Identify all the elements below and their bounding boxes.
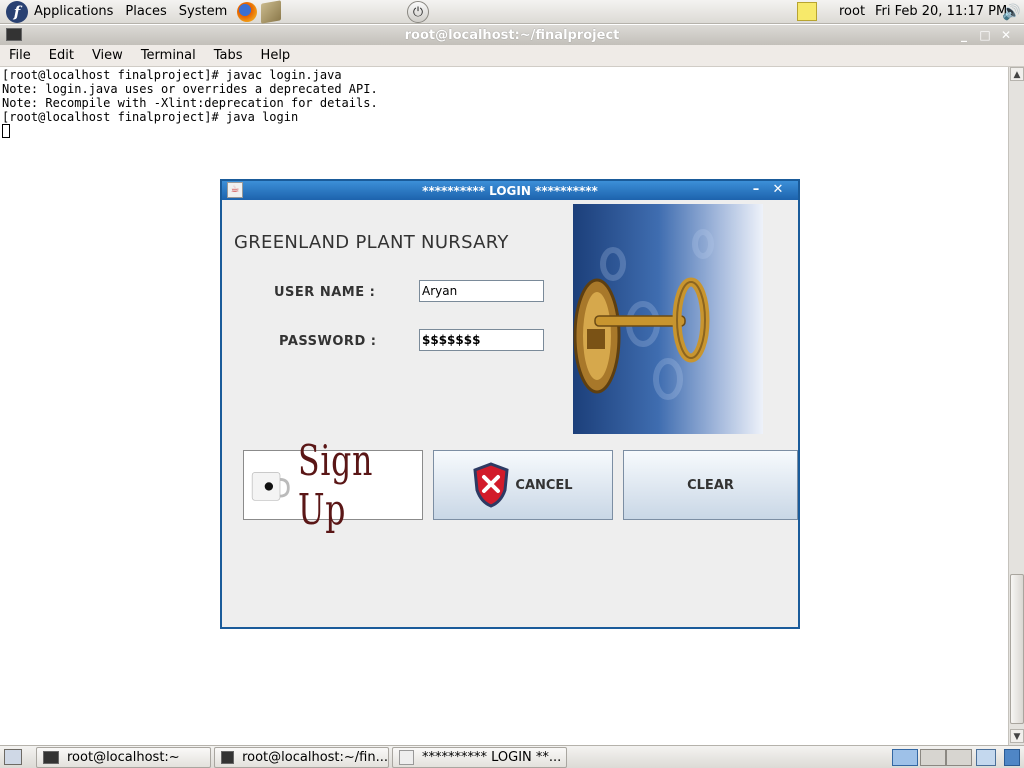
task-terminal-home[interactable]: root@localhost:~ [36,747,211,768]
task-label: root@localhost:~/fin... [242,750,388,765]
scrollbar-thumb[interactable] [1010,574,1024,724]
menu-view[interactable]: View [83,48,132,63]
java-app-icon[interactable]: ☕ [227,182,243,198]
menu-terminal[interactable]: Terminal [132,48,205,63]
places-menu[interactable]: Places [119,4,172,19]
cancel-label: CANCEL [515,477,573,493]
terminal-cursor [2,124,10,138]
clear-label: CLEAR [687,477,734,493]
menu-edit[interactable]: Edit [40,48,83,63]
cancel-button[interactable]: CANCEL [433,450,613,520]
panel-user[interactable]: root [839,4,865,19]
terminal-task-icon [43,751,59,764]
username-label: USER NAME : [274,285,376,300]
mail-launcher-icon[interactable] [261,0,282,24]
username-input[interactable] [419,280,544,302]
key-illustration [573,229,714,400]
login-title: ********** LOGIN ********** [422,183,598,198]
trash-icon[interactable] [1004,749,1020,766]
menu-help[interactable]: Help [252,48,300,63]
password-input[interactable] [419,329,544,351]
panel-clock[interactable]: Fri Feb 20, 11:17 PM [875,4,1007,19]
notes-applet-icon[interactable] [797,2,817,21]
taskbar: root@localhost:~ root@localhost:~/fin...… [0,745,1024,768]
workspace-3[interactable] [946,749,972,766]
cancel-shield-icon [473,462,510,508]
scroll-down-icon[interactable]: ▼ [1010,729,1024,743]
system-menu[interactable]: System [173,4,233,19]
dialog-close-icon[interactable]: ✕ [769,182,787,198]
terminal-line: [root@localhost finalproject]# java logi… [2,110,299,124]
java-task-icon [399,750,414,765]
signup-label: Sign Up [297,436,373,534]
terminal-title: root@localhost:~/finalproject [404,27,620,43]
workspace-switcher-icon[interactable] [976,749,996,766]
signup-button[interactable]: Sign Up [243,436,423,534]
scroll-up-icon[interactable]: ▲ [1010,67,1024,81]
task-label: root@localhost:~ [67,750,180,765]
power-icon[interactable]: ⏻ [407,1,429,23]
nursery-heading: GREENLAND PLANT NURSARY [234,232,509,253]
workspace-1[interactable] [892,749,918,766]
terminal-scrollbar[interactable]: ▲ ▼ [1008,67,1024,745]
login-dialog: ☕ ********** LOGIN ********** – ✕ GREENL… [220,179,800,629]
login-titlebar[interactable]: ☕ ********** LOGIN ********** – ✕ [222,181,798,200]
maximize-icon[interactable]: □ [978,28,992,42]
firefox-launcher-icon[interactable] [237,1,258,22]
terminal-line: [root@localhost finalproject]# javac log… [2,68,342,82]
task-terminal-finalproject[interactable]: root@localhost:~/fin... [214,747,389,768]
key-image [573,204,763,434]
top-panel: f Applications Places System [0,0,1024,24]
dialog-minimize-icon[interactable]: – [747,182,765,198]
menu-file[interactable]: File [0,48,40,63]
task-login-window[interactable]: ********** LOGIN **... [392,747,567,768]
terminal-window-icon[interactable] [6,28,22,41]
applications-menu[interactable]: Applications [28,4,119,19]
task-label: ********** LOGIN **... [422,750,562,765]
terminal-line: Note: login.java uses or overrides a dep… [2,82,378,96]
clear-button[interactable]: CLEAR [623,450,798,520]
show-desktop-icon[interactable] [4,749,22,765]
terminal-menubar: File Edit View Terminal Tabs Help [0,45,1024,67]
coffee-mug-icon [251,472,290,501]
terminal-titlebar[interactable]: root@localhost:~/finalproject _ □ ✕ [0,25,1024,45]
menu-tabs[interactable]: Tabs [205,48,252,63]
workspace-2[interactable] [920,749,946,766]
fedora-logo-icon[interactable]: f [6,0,28,23]
password-label: PASSWORD : [279,334,377,349]
terminal-task-icon [221,751,235,764]
minimize-icon[interactable]: _ [957,28,971,42]
volume-icon[interactable]: 🔊 [1002,3,1021,21]
terminal-line: Note: Recompile with -Xlint:deprecation … [2,96,378,110]
close-icon[interactable]: ✕ [999,28,1013,42]
